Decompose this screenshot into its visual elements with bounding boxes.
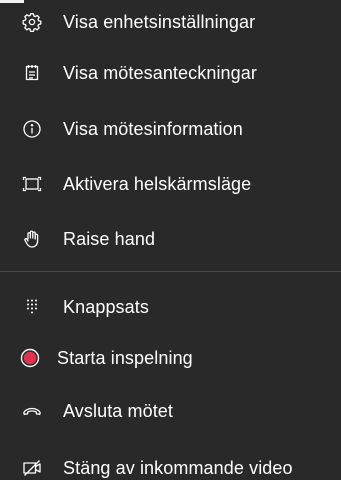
menu-item-label: Knappsats [63, 297, 149, 317]
menu-item-meeting-notes[interactable]: Visa mötesanteckningar [0, 53, 341, 93]
hang-up-icon [22, 401, 42, 421]
menu-item-label: Stäng av inkommande video [63, 458, 293, 478]
gear-icon [22, 12, 42, 32]
menu-item-device-settings[interactable]: Visa enhetsinställningar [0, 2, 341, 42]
dialpad-icon [22, 297, 42, 317]
menu-item-label: Visa mötesinformation [63, 119, 243, 139]
menu-item-label: Raise hand [63, 229, 156, 249]
menu-item-meeting-info[interactable]: Visa mötesinformation [0, 109, 341, 149]
video-off-icon [22, 458, 42, 478]
menu-item-label: Visa enhetsinställningar [63, 12, 256, 32]
hand-icon [22, 229, 42, 249]
menu-item-raise-hand[interactable]: Raise hand [0, 219, 341, 259]
menu-item-label: Avsluta mötet [63, 401, 174, 421]
menu-item-fullscreen[interactable]: Aktivera helskärmsläge [0, 164, 341, 204]
menu-item-start-recording[interactable]: Starta inspelning [0, 338, 341, 378]
fullscreen-icon [22, 174, 42, 194]
menu-item-turn-off-incoming-video[interactable]: Stäng av inkommande video [0, 448, 341, 480]
menu-item-end-meeting[interactable]: Avsluta mötet [0, 391, 341, 431]
menu-divider [0, 271, 341, 272]
menu-item-label: Starta inspelning [57, 348, 193, 368]
menu-item-keypad[interactable]: Knappsats [0, 287, 341, 327]
menu-item-label: Visa mötesanteckningar [63, 63, 257, 83]
notes-icon [22, 63, 42, 83]
record-icon [20, 348, 40, 368]
info-icon [22, 119, 42, 139]
menu-item-label: Aktivera helskärmsläge [63, 174, 252, 194]
meeting-more-actions-menu: Visa enhetsinställningar Visa mötesantec… [0, 0, 341, 480]
